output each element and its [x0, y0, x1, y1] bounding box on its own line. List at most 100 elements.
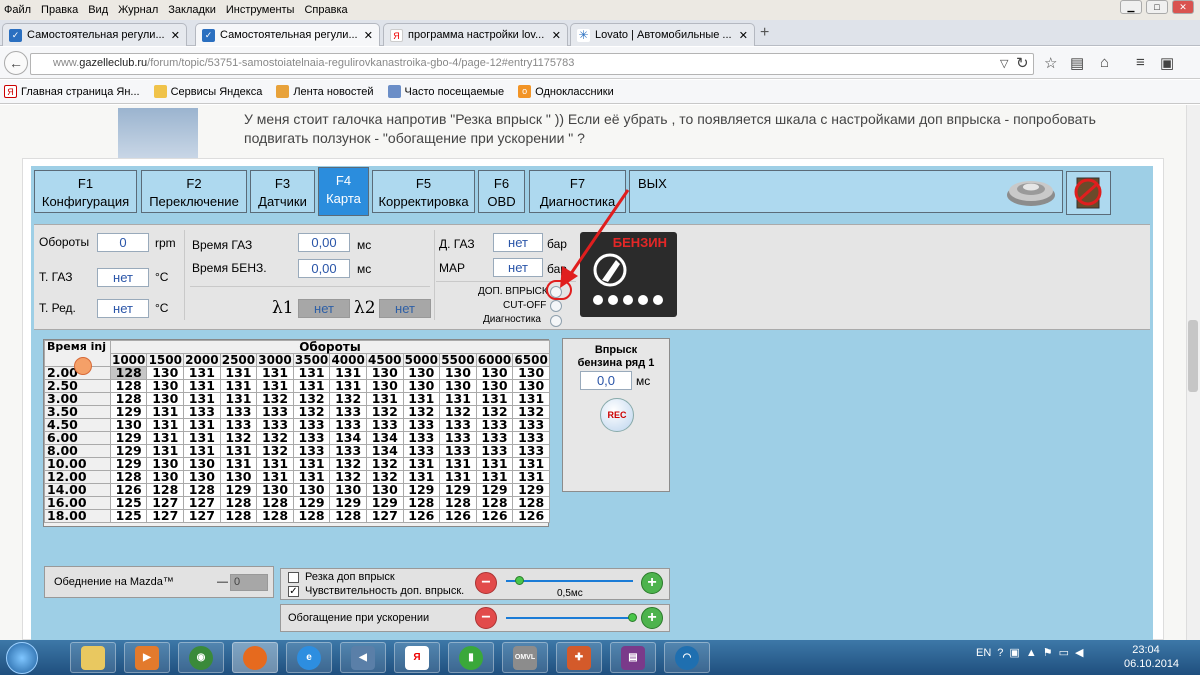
bookmark-odnoklassniki[interactable]: о Одноклассники [518, 85, 614, 98]
taskbar-tool[interactable]: ✚ [556, 642, 602, 673]
taskbar-stats[interactable]: ▮ [448, 642, 494, 673]
map-cell[interactable]: 128 [292, 509, 331, 523]
tab-f3-sensors[interactable]: F3 Датчики [250, 170, 315, 213]
taskbar-firefox[interactable] [232, 642, 278, 673]
reducer-temp-unit: °C [155, 301, 169, 315]
taskbar-yandex[interactable]: Я [394, 642, 440, 673]
map-cell[interactable]: 126 [475, 509, 514, 523]
gazelle-favicon-icon: ✓ [9, 28, 22, 42]
bookmark-news[interactable]: Лента новостей [276, 85, 374, 98]
sensitivity-slider-knob[interactable] [515, 576, 524, 585]
tab-f4-map[interactable]: F4 Карта [318, 167, 369, 216]
language-indicator[interactable]: EN [976, 647, 991, 659]
menu-history[interactable]: Журнал [118, 4, 158, 16]
ie-icon: e [297, 645, 321, 670]
minimize-icon[interactable]: ▁ [1120, 0, 1142, 14]
menu-bookmarks[interactable]: Закладки [168, 4, 216, 16]
enrichment-slider-knob[interactable] [628, 613, 637, 622]
bookmark-yandex-home[interactable]: Я Главная страница Ян... [4, 85, 140, 98]
taskbar-lovato[interactable]: ◠ [664, 642, 710, 673]
scrollbar-thumb[interactable] [1188, 320, 1198, 392]
sensitivity-plus-button[interactable]: + [641, 572, 663, 594]
home-icon[interactable]: ⌂ [1100, 54, 1109, 71]
tab-f1-configuration[interactable]: F1 Конфигурация [34, 170, 137, 213]
taskbar-media-player[interactable]: ▶ [124, 642, 170, 673]
star-icon[interactable]: ☆ [1044, 54, 1057, 72]
flag-icon[interactable]: ⚑ [1043, 646, 1053, 659]
map-cell[interactable]: 126 [439, 509, 477, 523]
tab-close-icon[interactable]: ✕ [364, 29, 373, 42]
browser-tab-1[interactable]: ✓ Самостоятельная регули... ✕ [2, 23, 187, 46]
close-icon[interactable]: ✕ [1172, 0, 1194, 14]
lambda1-label: λ1 [272, 298, 294, 318]
enrichment-minus-button[interactable]: − [475, 607, 497, 629]
browser-tab-2[interactable]: ✓ Самостоятельная регули... ✕ [195, 23, 380, 46]
tab-f2-switching[interactable]: F2 Переключение [141, 170, 247, 213]
browser-tab-4[interactable]: ✳ Lovato | Автомобильные ... ✕ [570, 23, 755, 46]
bookmark-yandex-services[interactable]: Сервисы Яндекса [153, 85, 262, 98]
map-cell[interactable]: 128 [219, 509, 258, 523]
diagnostics-indicator [550, 315, 562, 327]
back-button[interactable]: ← [4, 51, 28, 75]
browser-tab-3[interactable]: Я программа настройки lov... ✕ [383, 23, 568, 46]
taskbar-chrome[interactable]: ◉ [178, 642, 224, 673]
arrow-up-icon[interactable]: ▲ [1026, 647, 1037, 659]
petrol-time-unit: мс [357, 262, 372, 276]
map-cell[interactable]: 128 [256, 509, 294, 523]
addon-icon[interactable]: ▣ [1160, 54, 1174, 72]
map-cell[interactable]: 127 [365, 509, 404, 523]
map-cell[interactable]: 126 [402, 509, 441, 523]
menu-tools[interactable]: Инструменты [226, 4, 295, 16]
sensitivity-slider[interactable] [506, 580, 633, 582]
network-icon[interactable]: ▣ [1009, 646, 1019, 659]
tab-close-icon[interactable]: ✕ [171, 29, 180, 42]
gas-temp-unit: °C [155, 270, 169, 284]
petrol-time-value: 0,00 [298, 259, 350, 278]
taskbar-ie[interactable]: e [286, 642, 332, 673]
reload-icon[interactable]: ↻ [1016, 54, 1029, 72]
enrichment-plus-button[interactable]: + [641, 607, 663, 629]
hamburger-menu-icon[interactable]: ≡ [1136, 54, 1145, 71]
map-cell[interactable]: 125 [109, 509, 148, 523]
sensitivity-checkbox[interactable]: ✓ [288, 586, 299, 597]
bookmark-most-visited[interactable]: Часто посещаемые [387, 85, 504, 98]
taskbar-omvl[interactable]: OMVL [502, 642, 548, 673]
menu-help[interactable]: Справка [304, 4, 347, 16]
taskbar-winrar[interactable]: ▤ [610, 642, 656, 673]
enrichment-slider[interactable] [506, 617, 633, 619]
menu-file[interactable]: Файл [4, 4, 31, 16]
tab-f6-obd[interactable]: F6 OBD [478, 170, 525, 213]
cut-injection-checkbox[interactable] [288, 572, 299, 583]
volume-icon[interactable]: ◀ [1075, 646, 1083, 659]
tab-close-icon[interactable]: ✕ [552, 29, 561, 42]
map-cell[interactable]: 128 [329, 509, 367, 523]
tab-f5-correction[interactable]: F5 Корректировка [372, 170, 475, 213]
menu-edit[interactable]: Правка [41, 4, 78, 16]
maximize-icon[interactable]: □ [1146, 0, 1168, 14]
map-cell[interactable]: 127 [183, 509, 221, 523]
map-cell[interactable]: 127 [146, 509, 185, 523]
exit-door-icon [1074, 177, 1102, 209]
record-button[interactable]: REC [600, 398, 634, 432]
taskbar-explorer[interactable] [70, 642, 116, 673]
menu-view[interactable]: Вид [88, 4, 108, 16]
map-row-time: 18.00 [44, 509, 111, 523]
dropdown-arrow-icon[interactable]: ▽ [1000, 57, 1008, 70]
tab-close-icon[interactable]: ✕ [739, 29, 748, 42]
tab-exit[interactable]: ВЫХ [629, 170, 1063, 213]
help-icon[interactable]: ? [997, 647, 1003, 659]
map-cell[interactable]: 126 [512, 509, 550, 523]
exit-button[interactable] [1066, 171, 1111, 215]
start-button[interactable] [6, 642, 38, 674]
sensitivity-minus-button[interactable]: − [475, 572, 497, 594]
reading-list-icon[interactable]: ▤ [1070, 54, 1084, 72]
taskbar-audio[interactable]: ◀ [340, 642, 386, 673]
yandex-icon: Я [405, 645, 429, 670]
clock[interactable]: 23:04 06.10.2014 [1124, 643, 1179, 671]
url-bar[interactable]: www.gazelleclub.ru/forum/topic/53751-sam… [30, 53, 1034, 75]
petrol-time-label: Время БЕНЗ. [192, 261, 267, 275]
new-tab-icon[interactable]: + [760, 24, 769, 42]
monitor-icon[interactable]: ▭ [1059, 646, 1069, 659]
mazda-lean-value[interactable]: 0 [230, 574, 268, 591]
cutoff-label: CUT-OFF [503, 300, 547, 311]
